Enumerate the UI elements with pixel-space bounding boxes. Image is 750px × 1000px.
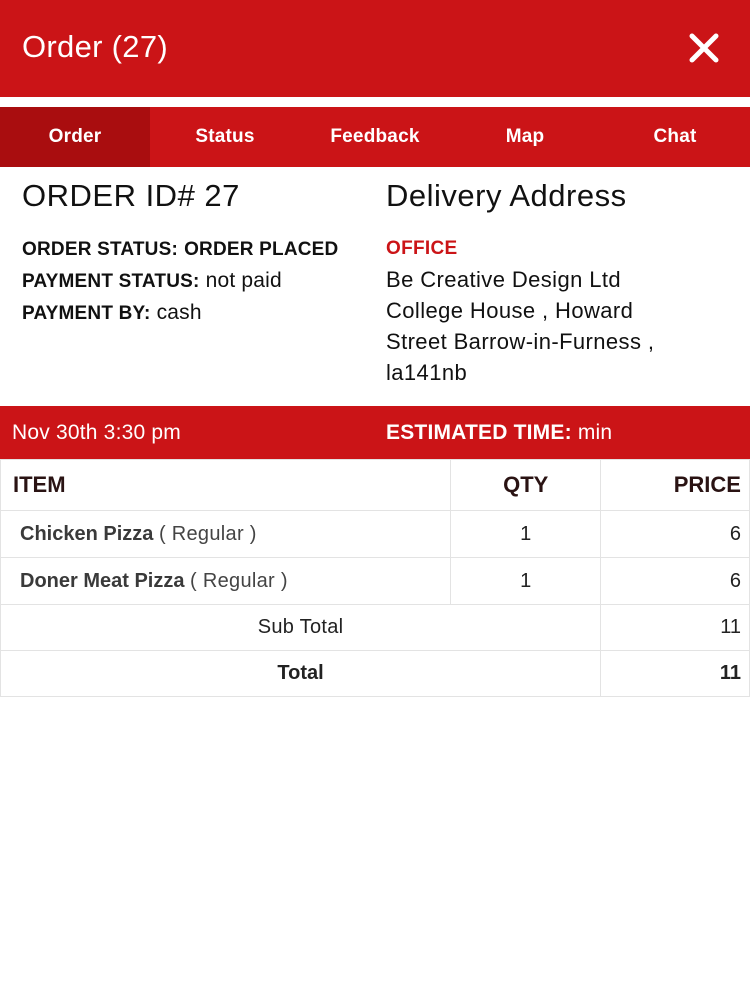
page-title: Order (27) xyxy=(22,28,168,64)
payment-status: PAYMENT STATUS: not paid xyxy=(22,265,367,297)
column-header-price: PRICE xyxy=(600,459,750,511)
total-value: 11 xyxy=(600,650,750,697)
item-name: Chicken Pizza xyxy=(20,522,154,545)
subtotal-row: Sub Total 11 xyxy=(0,604,750,651)
column-header-item: ITEM xyxy=(0,459,452,511)
close-button[interactable] xyxy=(684,28,724,68)
order-details: ORDER ID# 27 ORDER STATUS: ORDER PLACED … xyxy=(22,177,367,329)
address-line: Be Creative Design Ltd xyxy=(386,267,622,292)
close-icon xyxy=(689,33,719,62)
order-status-label: ORDER STATUS: xyxy=(22,239,179,260)
estimated-time: ESTIMATED TIME: min xyxy=(386,421,612,445)
payment-status-value: not paid xyxy=(205,269,282,292)
order-items-table: ITEM QTY PRICE Chicken Pizza ( Regular )… xyxy=(0,459,750,697)
address-type: OFFICE xyxy=(386,238,458,259)
total-label: Total xyxy=(0,650,602,697)
table-row: Chicken Pizza ( Regular ) 1 6 xyxy=(0,510,750,558)
order-info-section: ORDER ID# 27 ORDER STATUS: ORDER PLACED … xyxy=(0,167,750,406)
payment-by: PAYMENT BY: cash xyxy=(22,297,367,329)
order-datetime: Nov 30th 3:30 pm xyxy=(12,420,181,444)
tab-feedback[interactable]: Feedback xyxy=(300,107,450,167)
table-row: Doner Meat Pizza ( Regular ) 1 6 xyxy=(0,557,750,605)
column-header-qty: QTY xyxy=(450,459,602,511)
payment-by-value: cash xyxy=(156,301,202,324)
item-size: ( Regular ) xyxy=(158,522,257,545)
total-row: Total 11 xyxy=(0,650,750,697)
subtotal-label: Sub Total xyxy=(0,604,602,651)
estimated-time-value: min xyxy=(577,420,613,444)
address-line: la141nb xyxy=(386,360,468,385)
price-cell: 6 xyxy=(600,510,750,558)
table-header-row: ITEM QTY PRICE xyxy=(0,459,750,511)
tab-order[interactable]: Order xyxy=(0,107,150,167)
qty-cell: 1 xyxy=(450,557,602,605)
payment-status-label: PAYMENT STATUS: xyxy=(22,271,200,292)
delivery-address-title: Delivery Address xyxy=(386,178,627,213)
order-id-title: ORDER ID# 27 xyxy=(22,178,240,213)
address-line: Street Barrow-in-Furness , xyxy=(386,329,655,354)
subtotal-value: 11 xyxy=(600,604,750,651)
price-cell: 6 xyxy=(600,557,750,605)
address-line: College House , Howard xyxy=(386,298,634,323)
estimated-time-label: ESTIMATED TIME: xyxy=(386,420,572,444)
item-name: Doner Meat Pizza xyxy=(20,569,185,592)
tab-status[interactable]: Status xyxy=(150,107,300,167)
time-bar: Nov 30th 3:30 pm ESTIMATED TIME: min xyxy=(0,406,750,459)
tab-map[interactable]: Map xyxy=(450,107,600,167)
qty-cell: 1 xyxy=(450,510,602,558)
payment-by-label: PAYMENT BY: xyxy=(22,303,151,324)
header-bar: Order (27) xyxy=(0,0,750,97)
item-size: ( Regular ) xyxy=(190,569,288,592)
order-status-value: ORDER PLACED xyxy=(184,239,339,260)
item-cell: Chicken Pizza ( Regular ) xyxy=(0,510,452,558)
tab-chat[interactable]: Chat xyxy=(600,107,750,167)
order-status: ORDER STATUS: ORDER PLACED xyxy=(22,233,367,265)
tab-bar: Order Status Feedback Map Chat xyxy=(0,107,750,167)
item-cell: Doner Meat Pizza ( Regular ) xyxy=(0,557,452,605)
delivery-address: Delivery Address OFFICE Be Creative Desi… xyxy=(386,177,746,388)
